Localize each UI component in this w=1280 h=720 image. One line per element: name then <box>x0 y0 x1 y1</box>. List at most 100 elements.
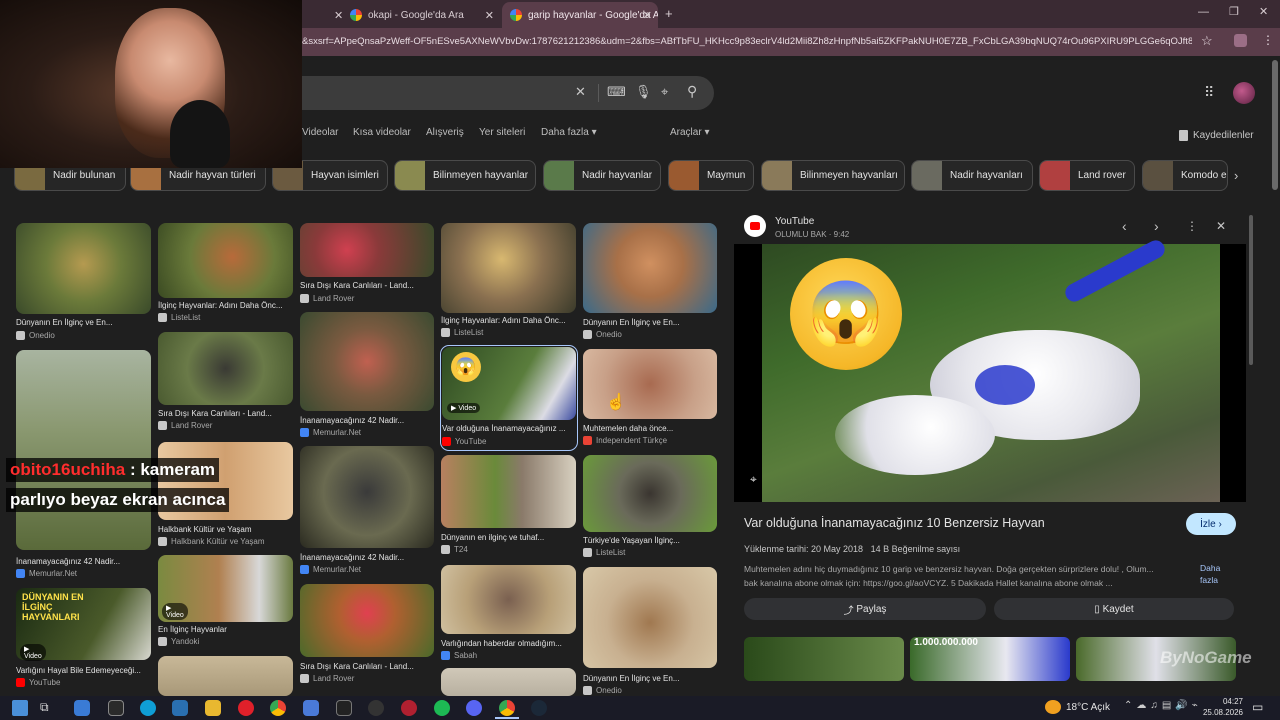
result-caption[interactable]: Dünyanın En İlginç ve En... <box>583 318 717 327</box>
nav-daha-fazla[interactable]: Daha fazla ▾ <box>541 127 597 138</box>
chip-land-rover[interactable]: Land rover <box>1039 160 1135 191</box>
notification-icon[interactable]: ▭ <box>1252 700 1263 714</box>
epic-games-icon[interactable] <box>336 700 352 716</box>
result-caption[interactable]: Varlığını Hayal Bile Edemeyeceği... <box>16 666 151 675</box>
chrome-icon[interactable] <box>499 700 515 716</box>
chrome-icon[interactable] <box>270 700 286 716</box>
result-image[interactable] <box>300 223 434 277</box>
chevron-right-icon[interactable]: › <box>1154 218 1159 234</box>
result-caption[interactable]: İnanamayacağınız 42 Nadir... <box>300 553 434 562</box>
file-explorer-icon[interactable] <box>205 700 221 716</box>
close-icon[interactable]: ✕ <box>1216 219 1226 233</box>
result-card-selected[interactable]: 😱 ▶ Video Var olduğuna İnanamayacağınız … <box>440 345 578 451</box>
restore-button[interactable]: ❐ <box>1229 5 1239 18</box>
result-caption[interactable]: İlginç Hayvanlar: Adını Daha Önc... <box>158 301 293 310</box>
windows-start-icon[interactable] <box>12 700 28 716</box>
lens-icon[interactable]: ⌖ <box>661 84 668 100</box>
clock-time[interactable]: 04:27 <box>1213 697 1243 706</box>
chip-komodo[interactable]: Komodo e <box>1142 160 1228 191</box>
result-image[interactable] <box>583 567 717 668</box>
chip-nadir-hayvanlar[interactable]: Nadir hayvanlar <box>543 160 661 191</box>
url-text[interactable]: &sxsrf=APpeQnsaPzWeff-OF5nESve5AXNeWVbvD… <box>302 36 1192 47</box>
watch-button[interactable]: İzle › <box>1186 513 1236 535</box>
nav-videolar[interactable]: Videolar <box>302 127 339 138</box>
result-caption[interactable]: Dünyanın en ilginç ve tuhaf... <box>441 533 576 542</box>
obs-icon[interactable] <box>401 700 417 716</box>
result-image[interactable] <box>441 223 576 313</box>
calculator-icon[interactable] <box>108 700 124 716</box>
apps-grid-icon[interactable]: ⠿ <box>1204 84 1214 101</box>
panel-title[interactable]: Var olduğuna İnanamayacağınız 10 Benzers… <box>744 516 1174 530</box>
lens-search-icon[interactable]: ⌖ <box>750 472 757 487</box>
page-scrollbar[interactable] <box>1272 60 1278 190</box>
nav-yer-siteleri[interactable]: Yer siteleri <box>479 127 525 138</box>
avatar[interactable] <box>1233 82 1255 104</box>
minimize-button[interactable]: — <box>1198 6 1209 18</box>
close-icon[interactable]: ✕ <box>485 9 494 22</box>
result-caption[interactable]: Dünyanın En İlginç ve En... <box>583 674 717 683</box>
result-caption[interactable]: İnanamayacağınız 42 Nadir... <box>16 557 151 566</box>
result-caption[interactable]: Dünyanın En İlginç ve En... <box>16 318 151 327</box>
result-caption[interactable]: Halkbank Kültür ve Yaşam <box>158 525 293 534</box>
opera-icon[interactable] <box>238 700 254 716</box>
chevron-right-icon[interactable]: › <box>1234 168 1238 183</box>
discord-icon[interactable] <box>466 700 482 716</box>
result-image[interactable] <box>441 455 576 528</box>
menu-dots-icon[interactable]: ⋮ <box>1262 33 1274 47</box>
result-image[interactable] <box>583 455 717 532</box>
chip-nadir-hayvanlari[interactable]: Nadir hayvanları <box>911 160 1033 191</box>
steam-icon[interactable] <box>531 700 547 716</box>
nav-araclar[interactable]: Araçlar ▾ <box>670 127 709 138</box>
result-image[interactable] <box>583 223 717 313</box>
result-image[interactable] <box>158 332 293 405</box>
result-image[interactable] <box>158 223 293 298</box>
bookmark-star-icon[interactable]: ☆ <box>1201 33 1213 49</box>
share-button[interactable]: ⤴ Paylaş <box>744 598 986 620</box>
result-caption[interactable]: Sıra Dışı Kara Canlıları - Land... <box>300 662 434 671</box>
result-image[interactable] <box>300 312 434 411</box>
result-image[interactable] <box>16 223 151 314</box>
saved-link[interactable]: Kaydedilenler <box>1193 130 1254 141</box>
result-image[interactable] <box>16 350 151 550</box>
panel-scrollbar[interactable] <box>1249 215 1253 365</box>
tab-garip-hayvanlar[interactable]: garip hayvanlar - Google'da Ara ✕ <box>502 2 658 28</box>
task-view-icon[interactable]: ⧉ <box>40 700 56 716</box>
clear-icon[interactable]: ✕ <box>575 84 586 100</box>
result-image[interactable] <box>158 656 293 696</box>
result-caption[interactable]: Sıra Dışı Kara Canlıları - Land... <box>158 409 293 418</box>
edge-icon[interactable] <box>140 700 156 716</box>
tab-okapi[interactable]: okapi - Google'da Ara ✕ <box>342 2 500 28</box>
more-link[interactable]: Daha fazla <box>1200 562 1240 586</box>
result-caption[interactable]: Sıra Dışı Kara Canlıları - Land... <box>300 281 434 290</box>
result-caption[interactable]: İlginç Hayvanlar: Adını Daha Önc... <box>441 316 576 325</box>
extension-icon[interactable] <box>1234 34 1247 47</box>
system-tray-icons[interactable]: ⌃☁♫▤🔊⌁ <box>1124 700 1202 711</box>
weather-text[interactable]: 18°C Açık <box>1066 702 1110 713</box>
close-icon[interactable]: ✕ <box>643 9 652 22</box>
result-image[interactable] <box>441 668 576 696</box>
spotify-icon[interactable] <box>434 700 450 716</box>
mail-icon[interactable] <box>172 700 188 716</box>
microphone-icon[interactable]: 🎙 <box>635 84 652 100</box>
result-image[interactable] <box>300 446 434 548</box>
new-tab-button[interactable]: + <box>665 6 673 21</box>
app-icon[interactable] <box>74 700 90 716</box>
chevron-left-icon[interactable]: ‹ <box>1122 218 1127 234</box>
nav-alisveris[interactable]: Alışveriş <box>426 127 464 138</box>
save-button[interactable]: ▯ Kaydet <box>994 598 1234 620</box>
result-image[interactable] <box>441 565 576 634</box>
related-thumb[interactable] <box>744 637 904 681</box>
close-window-button[interactable]: ✕ <box>1259 5 1268 18</box>
result-caption[interactable]: Muhtemelen daha önce... <box>583 424 717 433</box>
chip-maymun[interactable]: Maymun <box>668 160 754 191</box>
result-caption[interactable]: En İlginç Hayvanlar <box>158 625 293 634</box>
app-icon[interactable] <box>368 700 384 716</box>
result-caption[interactable]: İnanamayacağınız 42 Nadir... <box>300 416 434 425</box>
result-caption[interactable]: Varlığından haberdar olmadığım... <box>441 639 576 648</box>
keyboard-icon[interactable]: ⌨ <box>607 84 626 100</box>
app-icon[interactable] <box>303 700 319 716</box>
result-image[interactable] <box>300 584 434 657</box>
more-options-icon[interactable]: ⋮ <box>1186 219 1198 233</box>
clock-date[interactable]: 25.08.2026 <box>1199 708 1243 717</box>
result-caption[interactable]: Var olduğuna İnanamayacağınız ... <box>442 424 576 433</box>
